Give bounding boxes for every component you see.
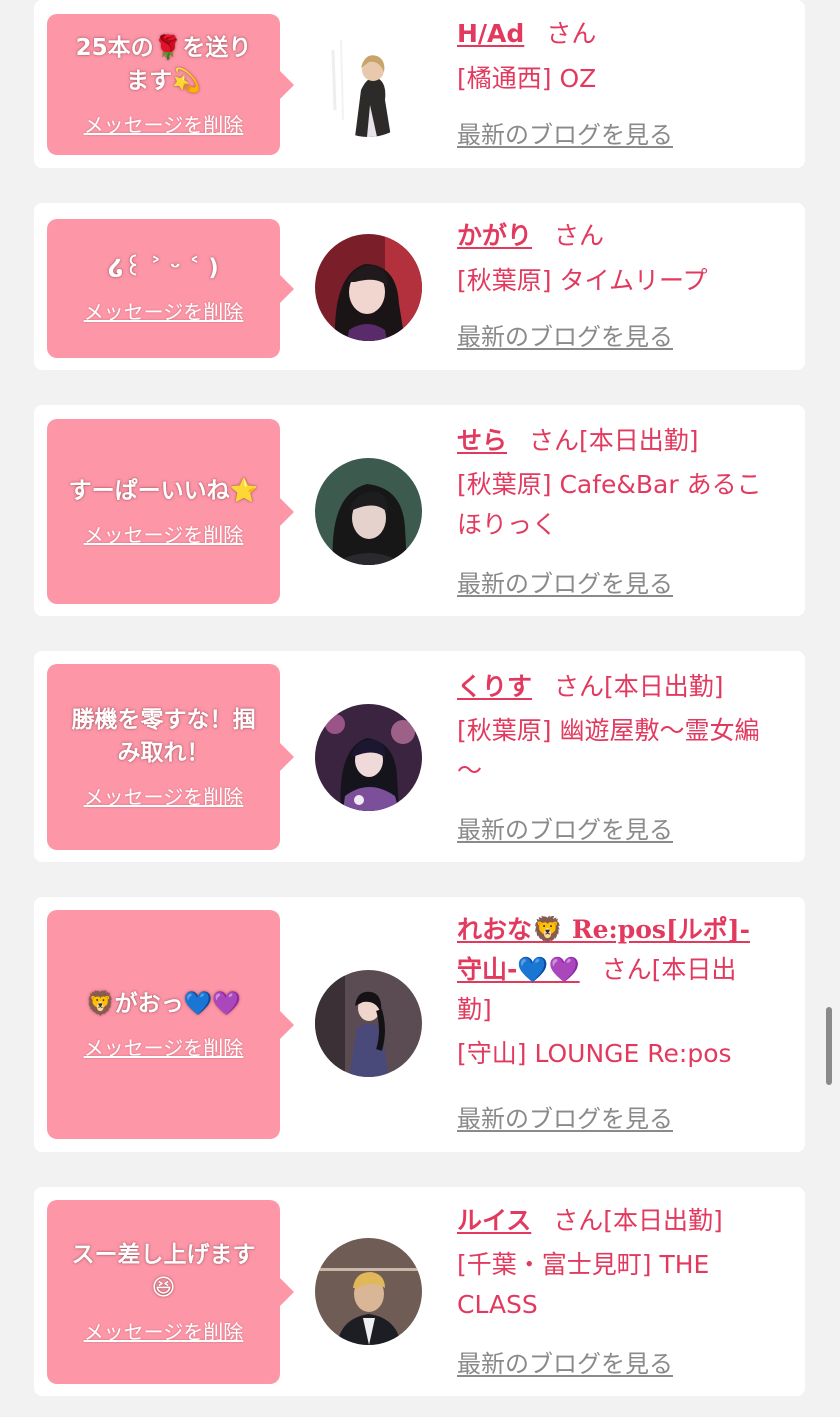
- scrollbar-thumb[interactable]: [826, 1007, 832, 1085]
- message-bubble: スー差し上げます 😆 メッセージを削除: [47, 1200, 294, 1384]
- delete-message-link[interactable]: メッセージを削除: [84, 1319, 244, 1345]
- avatar[interactable]: [315, 704, 422, 811]
- shop-name: [秋葉原] タイムリープ: [457, 266, 708, 295]
- honorific: さん: [554, 672, 605, 701]
- latest-blog-link[interactable]: 最新のブログを見る: [457, 1349, 673, 1379]
- cast-info: せら さん[本日出勤] [秋葉原] Cafe&Bar あるこ ほりっく: [457, 421, 797, 545]
- message-bubble: 🦁がおっ💙💜 メッセージを削除: [47, 910, 294, 1139]
- delete-message-link[interactable]: メッセージを削除: [84, 112, 244, 138]
- honorific: さん: [546, 19, 597, 48]
- avatar[interactable]: [315, 30, 422, 137]
- message-card: 25本の🌹を送り ます💫 メッセージを削除 H/Ad さん [橘通西] OZ 最新…: [34, 0, 805, 168]
- message-card: 🦁がおっ💙💜 メッセージを削除 れおな🦁 Re:pos[ルポ]- 守山-💙💜 さん…: [34, 897, 805, 1152]
- shop-name: [守山] LOUNGE Re:pos: [457, 1039, 732, 1068]
- shop-name-cont: 〜: [457, 756, 483, 785]
- latest-blog-link[interactable]: 最新のブログを見る: [457, 120, 673, 150]
- latest-blog-link[interactable]: 最新のブログを見る: [457, 322, 673, 352]
- avatar[interactable]: [315, 458, 422, 565]
- cast-info: れおな🦁 Re:pos[ルポ]- 守山-💙💜 さん[本日出 勤] [守山] LOU…: [457, 910, 797, 1074]
- cast-name-link[interactable]: せら: [457, 426, 507, 455]
- honorific: さん: [553, 1206, 604, 1235]
- working-today-badge-cont: 勤]: [457, 995, 492, 1024]
- message-card: 勝機を零すな！掴 み取れ！ メッセージを削除 くりす さん[本日出勤] [秋葉原]…: [34, 651, 805, 862]
- message-bubble: 25本の🌹を送り ます💫 メッセージを削除: [47, 14, 294, 155]
- delete-message-link[interactable]: メッセージを削除: [84, 1035, 244, 1061]
- message-text: スー差し上げます 😆: [71, 1242, 256, 1301]
- message-bubble: 勝機を零すな！掴 み取れ！ メッセージを削除: [47, 664, 294, 850]
- honorific: さん: [529, 426, 580, 455]
- cast-name-link-cont[interactable]: 守山-💙💜: [457, 955, 580, 984]
- avatar[interactable]: [315, 234, 422, 341]
- delete-message-link[interactable]: メッセージを削除: [84, 784, 244, 810]
- working-today-badge: [本日出: [651, 955, 737, 984]
- working-today-badge: [本日出勤]: [603, 1206, 723, 1235]
- message-card: すーぱーいいね⭐ メッセージを削除 せら さん[本日出勤] [秋葉原] Cafe&…: [34, 405, 805, 616]
- latest-blog-link[interactable]: 最新のブログを見る: [457, 815, 673, 845]
- message-bubble: すーぱーいいね⭐ メッセージを削除: [47, 419, 294, 604]
- message-text: 勝機を零すな！掴 み取れ！: [71, 707, 256, 766]
- shop-name-cont: CLASS: [457, 1290, 538, 1319]
- honorific: さん: [601, 955, 652, 984]
- message-bubble: ໒꒰ ˃ ᵕ ˂ ) メッセージを削除: [47, 219, 294, 358]
- delete-message-link[interactable]: メッセージを削除: [84, 522, 244, 548]
- shop-name: [橘通西] OZ: [457, 64, 597, 93]
- shop-name-cont: ほりっく: [457, 510, 558, 539]
- cast-name-link[interactable]: かがり: [457, 221, 532, 250]
- avatar[interactable]: [315, 1238, 422, 1345]
- cast-info: ルイス さん[本日出勤] [千葉・富士見町] THE CLASS: [457, 1201, 797, 1325]
- message-text: すーぱーいいね⭐: [68, 478, 259, 504]
- working-today-badge: [本日出勤]: [604, 672, 724, 701]
- shop-name: [秋葉原] Cafe&Bar あるこ: [457, 470, 762, 499]
- cast-name-link[interactable]: ルイス: [457, 1206, 531, 1235]
- cast-info: かがり さん [秋葉原] タイムリープ: [457, 216, 797, 301]
- cast-name-link[interactable]: くりす: [457, 672, 532, 701]
- avatar[interactable]: [315, 970, 422, 1077]
- latest-blog-link[interactable]: 最新のブログを見る: [457, 1104, 673, 1134]
- message-card: スー差し上げます 😆 メッセージを削除 ルイス さん[本日出勤] [千葉・富士見町…: [34, 1187, 805, 1396]
- message-text: 25本の🌹を送り ます💫: [75, 34, 252, 94]
- cast-info: くりす さん[本日出勤] [秋葉原] 幽遊屋敷〜霊女編 〜: [457, 667, 797, 791]
- message-card: ໒꒰ ˃ ᵕ ˂ ) メッセージを削除 かがり さん [秋葉原] タイムリープ 最…: [34, 203, 805, 370]
- working-today-badge: [本日出勤]: [579, 426, 699, 455]
- shop-name: [千葉・富士見町] THE: [457, 1250, 710, 1279]
- cast-info: H/Ad さん [橘通西] OZ: [457, 14, 797, 99]
- honorific: さん: [554, 221, 605, 250]
- delete-message-link[interactable]: メッセージを削除: [84, 299, 244, 325]
- message-text: ໒꒰ ˃ ᵕ ˂ ): [108, 255, 219, 281]
- shop-name: [秋葉原] 幽遊屋敷〜霊女編: [457, 716, 760, 745]
- message-text: 🦁がおっ💙💜: [86, 991, 241, 1017]
- cast-name-link[interactable]: H/Ad: [457, 19, 524, 48]
- latest-blog-link[interactable]: 最新のブログを見る: [457, 569, 673, 599]
- cast-name-link[interactable]: れおな🦁 Re:pos[ルポ]-: [457, 910, 797, 950]
